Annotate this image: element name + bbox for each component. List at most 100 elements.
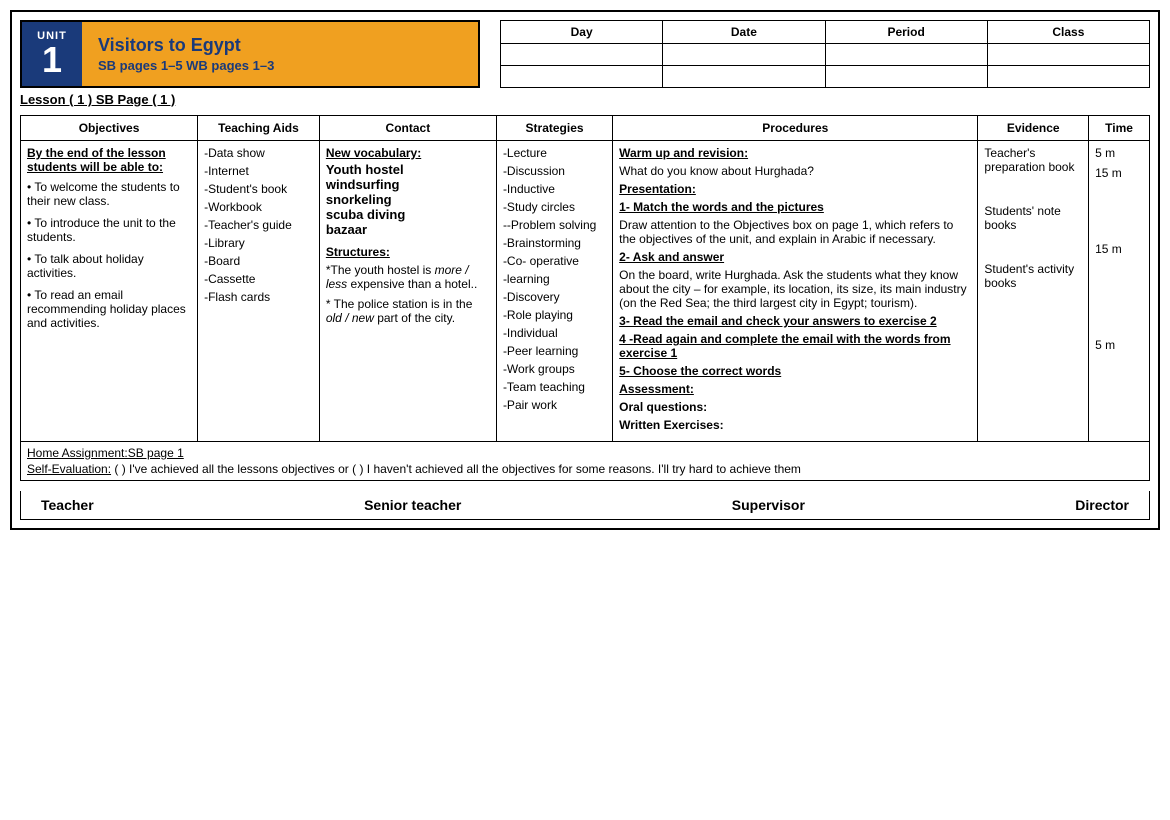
strategy-4: --Problem solving — [503, 218, 606, 232]
strategy-8: -Discovery — [503, 290, 606, 304]
lesson-line: Lesson ( 1 ) SB Page ( 1 ) — [20, 92, 480, 107]
procedures-content: Warm up and revision: What do you know a… — [619, 146, 971, 432]
col-date: Date — [663, 21, 825, 44]
teaching-item-8: -Flash cards — [204, 290, 313, 304]
teaching-item-4: -Teacher's guide — [204, 218, 313, 232]
evidence-2: Student's activity books — [984, 262, 1082, 290]
time-content: 5 m 15 m 15 m 5 m — [1095, 146, 1143, 352]
time-0: 5 m — [1095, 146, 1143, 160]
strategy-11: -Peer learning — [503, 344, 606, 358]
step2-title: 2- Ask and answer — [619, 250, 971, 264]
unit-title-block: Visitors to Egypt SB pages 1–5 WB pages … — [82, 22, 478, 86]
strategies-cell: -Lecture -Discussion -Inductive -Study c… — [496, 141, 612, 442]
unit-box: UNIT 1 Visitors to Egypt SB pages 1–5 WB… — [20, 20, 480, 88]
procedures-cell: Warm up and revision: What do you know a… — [613, 141, 978, 442]
th-objectives: Objectives — [21, 116, 198, 141]
evidence-1: Students' note books — [984, 204, 1082, 232]
class-cell-2[interactable] — [987, 66, 1149, 88]
strategy-6: -Co- operative — [503, 254, 606, 268]
date-cell-1[interactable] — [663, 44, 825, 66]
objective-4: • To read an email recommending holiday … — [27, 288, 191, 330]
evidence-cell: Teacher's preparation book Students' not… — [978, 141, 1089, 442]
teaching-item-1: -Internet — [204, 164, 313, 178]
teaching-item-2: -Student's book — [204, 182, 313, 196]
evidence-0: Teacher's preparation book — [984, 146, 1082, 174]
step2-text: On the board, write Hurghada. Ask the st… — [619, 268, 971, 310]
struct-text-2: * The police station is in the old / new… — [326, 297, 490, 325]
teaching-item-0: -Data show — [204, 146, 313, 160]
sig-senior-teacher: Senior teacher — [364, 497, 461, 513]
date-cell-2[interactable] — [663, 66, 825, 88]
day-cell-2[interactable] — [501, 66, 663, 88]
period-cell-1[interactable] — [825, 44, 987, 66]
written-text: Written Exercises: — [619, 418, 971, 432]
header-section: UNIT 1 Visitors to Egypt SB pages 1–5 WB… — [20, 20, 1150, 107]
contact-cell: New vocabulary: Youth hostelwindsurfings… — [319, 141, 496, 442]
col-class: Class — [987, 21, 1149, 44]
time-1: 15 m — [1095, 166, 1143, 180]
struct-title: Structures: — [326, 245, 490, 259]
strategy-1: -Discussion — [503, 164, 606, 178]
teaching-item-5: -Library — [204, 236, 313, 250]
signature-row: Teacher Senior teacher Supervisor Direct… — [20, 491, 1150, 520]
th-teaching: Teaching Aids — [198, 116, 320, 141]
strategy-13: -Team teaching — [503, 380, 606, 394]
unit-number-block: UNIT 1 — [22, 22, 82, 86]
unit-number: 1 — [42, 42, 62, 78]
strategy-12: -Work groups — [503, 362, 606, 376]
strategy-7: -learning — [503, 272, 606, 286]
time-2: 15 m — [1095, 242, 1143, 256]
th-evidence: Evidence — [978, 116, 1089, 141]
oral-text: Oral questions: — [619, 400, 971, 414]
assess-title: Assessment: — [619, 382, 971, 396]
class-cell-1[interactable] — [987, 44, 1149, 66]
objectives-content: By the end of the lesson students will b… — [27, 146, 191, 330]
step3-title: 3- Read the email and check your answers… — [619, 314, 971, 328]
step4-title: 4 -Read again and complete the email wit… — [619, 332, 971, 360]
info-row-1 — [501, 44, 1150, 66]
step5-title: 5- Choose the correct words — [619, 364, 971, 378]
header-right: Day Date Period Class — [500, 20, 1150, 88]
sig-teacher: Teacher — [41, 497, 94, 513]
th-strategies: Strategies — [496, 116, 612, 141]
sig-supervisor: Supervisor — [732, 497, 805, 513]
th-contact: Contact — [319, 116, 496, 141]
info-table: Day Date Period Class — [500, 20, 1150, 88]
teaching-aids-cell: -Data show -Internet -Student's book -Wo… — [198, 141, 320, 442]
step1-title: 1- Match the words and the pictures — [619, 200, 971, 214]
step1-text: Draw attention to the Objectives box on … — [619, 218, 971, 246]
main-header-row: Objectives Teaching Aids Contact Strateg… — [21, 116, 1150, 141]
teaching-item-6: -Board — [204, 254, 313, 268]
time-cell: 5 m 15 m 15 m 5 m — [1089, 141, 1150, 442]
th-procedures: Procedures — [613, 116, 978, 141]
col-day: Day — [501, 21, 663, 44]
footer-section: Home Assignment:SB page 1 Self-Evaluatio… — [20, 442, 1150, 481]
strategy-0: -Lecture — [503, 146, 606, 160]
vocab-words: Youth hostelwindsurfingsnorkelingscuba d… — [326, 162, 490, 237]
objective-1: • To welcome the students to their new c… — [27, 180, 191, 208]
contact-content: New vocabulary: Youth hostelwindsurfings… — [326, 146, 490, 325]
objectives-intro: By the end of the lesson students will b… — [27, 146, 191, 174]
day-cell-1[interactable] — [501, 44, 663, 66]
objective-3: • To talk about holiday activities. — [27, 252, 191, 280]
strategy-14: -Pair work — [503, 398, 606, 412]
teaching-item-7: -Cassette — [204, 272, 313, 286]
strategy-10: -Individual — [503, 326, 606, 340]
warm-text: What do you know about Hurghada? — [619, 164, 971, 178]
sig-director: Director — [1075, 497, 1129, 513]
warm-title: Warm up and revision: — [619, 146, 971, 160]
main-content-row: By the end of the lesson students will b… — [21, 141, 1150, 442]
period-cell-2[interactable] — [825, 66, 987, 88]
strategy-9: -Role playing — [503, 308, 606, 322]
objectives-cell: By the end of the lesson students will b… — [21, 141, 198, 442]
pres-title: Presentation: — [619, 182, 971, 196]
info-row-2 — [501, 66, 1150, 88]
strategy-5: -Brainstorming — [503, 236, 606, 250]
time-3: 5 m — [1095, 338, 1143, 352]
objective-2: • To introduce the unit to the students. — [27, 216, 191, 244]
footer-assignment: Home Assignment:SB page 1 — [27, 446, 1143, 460]
strategy-2: -Inductive — [503, 182, 606, 196]
th-time: Time — [1089, 116, 1150, 141]
col-period: Period — [825, 21, 987, 44]
struct-text-1: *The youth hostel is more / less expensi… — [326, 263, 490, 291]
